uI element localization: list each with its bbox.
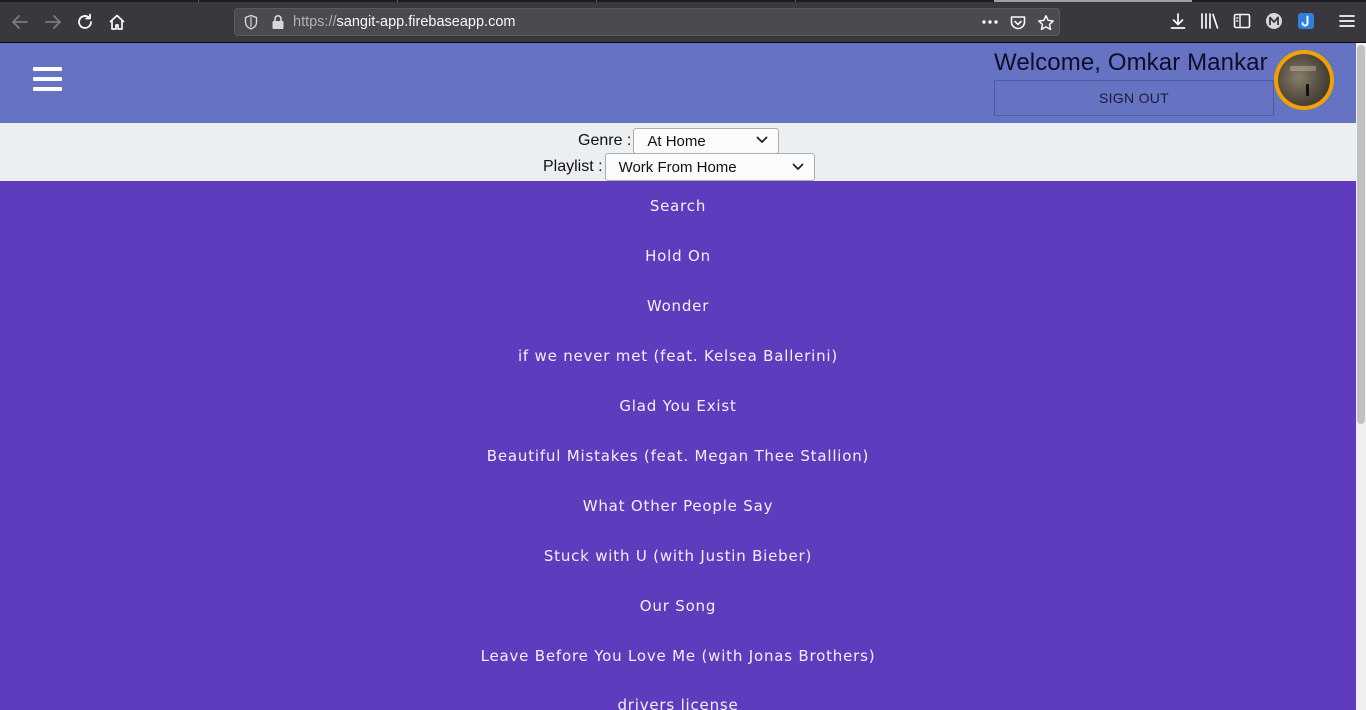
bookmark-star-icon[interactable]: [1037, 14, 1055, 32]
avatar[interactable]: [1274, 50, 1334, 110]
genre-filter: Genre : At Home: [578, 128, 780, 154]
song-item[interactable]: Beautiful Mistakes (feat. Megan Thee Sta…: [0, 447, 1356, 465]
home-button[interactable]: [104, 9, 130, 35]
song-item[interactable]: Stuck with U (with Justin Bieber): [0, 547, 1356, 565]
extension-button[interactable]: [1294, 9, 1318, 33]
chevron-down-icon: [792, 163, 803, 170]
url-text[interactable]: https://sangit-app.firebaseapp.com: [293, 14, 515, 30]
pocket-icon[interactable]: [1009, 14, 1027, 32]
song-item[interactable]: Leave Before You Love Me (with Jonas Bro…: [0, 647, 1356, 665]
app-menu-icon: [1339, 15, 1355, 27]
playlist-filter: Playlist : Work From Home: [543, 153, 815, 181]
url-host: sangit-app.firebaseapp.com: [336, 14, 516, 30]
genre-select[interactable]: At Home: [633, 128, 780, 154]
sign-out-button[interactable]: SIGN OUT: [994, 80, 1274, 116]
sidebar-icon: [1233, 13, 1251, 29]
welcome-message: Welcome, Omkar Mankar: [994, 49, 1268, 76]
song-item[interactable]: Hold On: [0, 247, 1356, 265]
playlist-select[interactable]: Work From Home: [604, 153, 815, 181]
song-list: Search Hold On Wonder if we never met (f…: [0, 181, 1356, 710]
browser-toolbar: https://sangit-app.firebaseapp.com: [0, 0, 1366, 43]
chevron-down-icon: [756, 136, 768, 143]
forward-button[interactable]: [40, 9, 66, 35]
playlist-label: Playlist :: [543, 158, 603, 175]
library-button[interactable]: [1198, 9, 1222, 33]
sidebar-button[interactable]: [1230, 9, 1254, 33]
page-content: Welcome, Omkar Mankar SIGN OUT Genre : A…: [0, 43, 1356, 710]
song-item[interactable]: Glad You Exist: [0, 397, 1356, 415]
app-header: Welcome, Omkar Mankar SIGN OUT: [0, 43, 1356, 123]
extension-j-icon: [1298, 13, 1314, 29]
tab-divider: [397, 0, 398, 2]
back-arrow-icon: [12, 15, 28, 29]
song-item[interactable]: What Other People Say: [0, 497, 1356, 515]
scrollbar-thumb[interactable]: [1357, 45, 1365, 424]
song-item[interactable]: Wonder: [0, 297, 1356, 315]
hamburger-menu-icon[interactable]: [33, 67, 63, 93]
song-item[interactable]: drivers license: [0, 696, 1356, 710]
app-menu-button[interactable]: [1335, 9, 1359, 33]
active-tab-indicator: [994, 0, 1192, 2]
reload-icon: [78, 13, 92, 29]
shield-icon[interactable]: [243, 14, 259, 30]
playlist-select-value: Work From Home: [618, 158, 737, 176]
back-button[interactable]: [7, 9, 33, 35]
reload-button[interactable]: [72, 9, 98, 35]
search-link[interactable]: Search: [0, 197, 1356, 215]
downloads-button[interactable]: [1166, 9, 1190, 33]
library-icon: [1201, 13, 1219, 29]
tab-divider: [198, 0, 199, 2]
page-actions-icon[interactable]: [981, 18, 999, 26]
genre-label: Genre :: [578, 132, 632, 149]
download-icon: [1170, 13, 1186, 29]
lock-icon[interactable]: [271, 14, 285, 30]
forward-arrow-icon: [45, 15, 61, 29]
song-item[interactable]: Our Song: [0, 597, 1356, 615]
page-scrollbar[interactable]: [1356, 43, 1366, 710]
filters-bar: Genre : At Home Playlist : Work From Hom…: [0, 123, 1356, 181]
home-icon: [109, 14, 125, 30]
tab-divider: [795, 0, 796, 2]
song-item[interactable]: if we never met (feat. Kelsea Ballerini): [0, 347, 1356, 365]
account-m-icon: [1266, 13, 1282, 29]
url-scheme: https://: [293, 14, 337, 30]
address-bar[interactable]: https://sangit-app.firebaseapp.com: [234, 8, 1060, 36]
genre-select-value: At Home: [647, 132, 706, 150]
account-extension-button[interactable]: [1262, 9, 1286, 33]
tab-divider: [596, 0, 597, 2]
avatar-image: [1278, 54, 1330, 106]
